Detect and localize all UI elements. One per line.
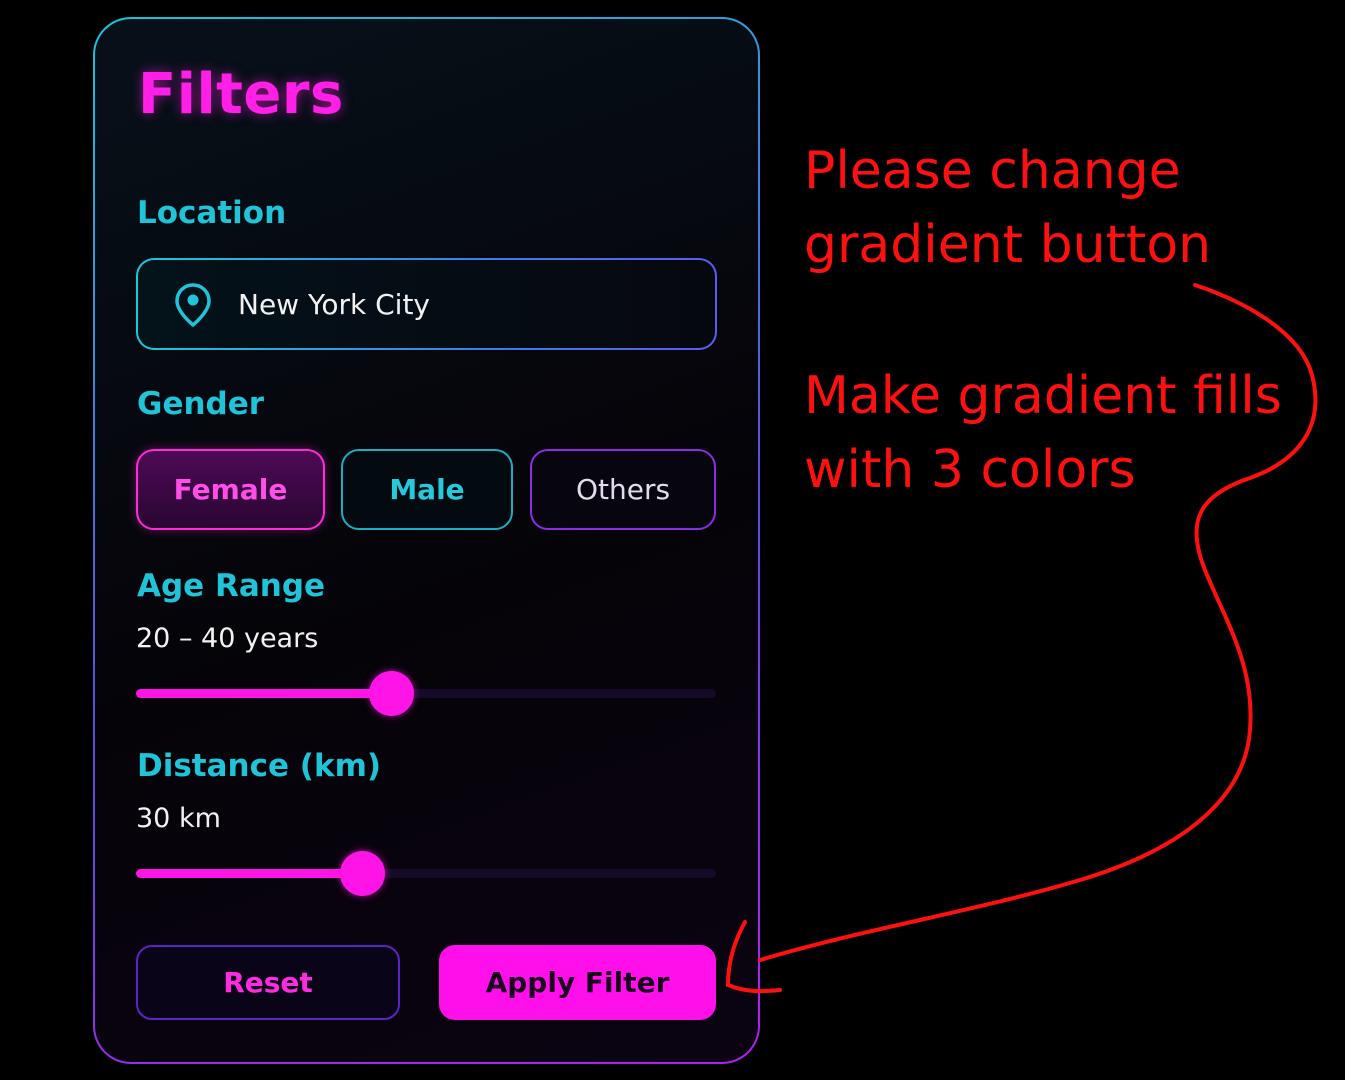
location-label: Location bbox=[137, 195, 287, 231]
filter-panel bbox=[93, 17, 760, 1064]
gender-option-male[interactable]: Male bbox=[341, 449, 513, 530]
location-field[interactable] bbox=[136, 258, 717, 350]
gender-option-others[interactable]: Others bbox=[530, 449, 716, 530]
gender-label: Gender bbox=[137, 386, 265, 422]
distance-value: 30 km bbox=[136, 803, 221, 834]
distance-slider[interactable] bbox=[136, 849, 716, 899]
gender-option-female[interactable]: Female bbox=[136, 449, 325, 530]
location-input[interactable] bbox=[238, 280, 678, 328]
slider-fill bbox=[136, 869, 363, 878]
apply-filter-button[interactable]: Apply Filter bbox=[439, 945, 716, 1020]
slider-thumb[interactable] bbox=[369, 671, 415, 716]
age-range-value: 20 – 40 years bbox=[136, 623, 319, 654]
slider-thumb[interactable] bbox=[340, 851, 386, 896]
distance-label: Distance (km) bbox=[137, 748, 382, 784]
reset-button[interactable]: Reset bbox=[136, 945, 400, 1020]
page-title: Filters bbox=[138, 62, 344, 127]
annotation-note-change-gradient: Please change gradient button bbox=[804, 141, 1212, 275]
map-pin-icon bbox=[173, 282, 213, 328]
annotation-note-three-colors: Make gradient fills with 3 colors bbox=[804, 366, 1282, 500]
age-range-slider[interactable] bbox=[136, 669, 716, 719]
age-range-label: Age Range bbox=[137, 568, 326, 604]
slider-fill bbox=[136, 689, 392, 698]
